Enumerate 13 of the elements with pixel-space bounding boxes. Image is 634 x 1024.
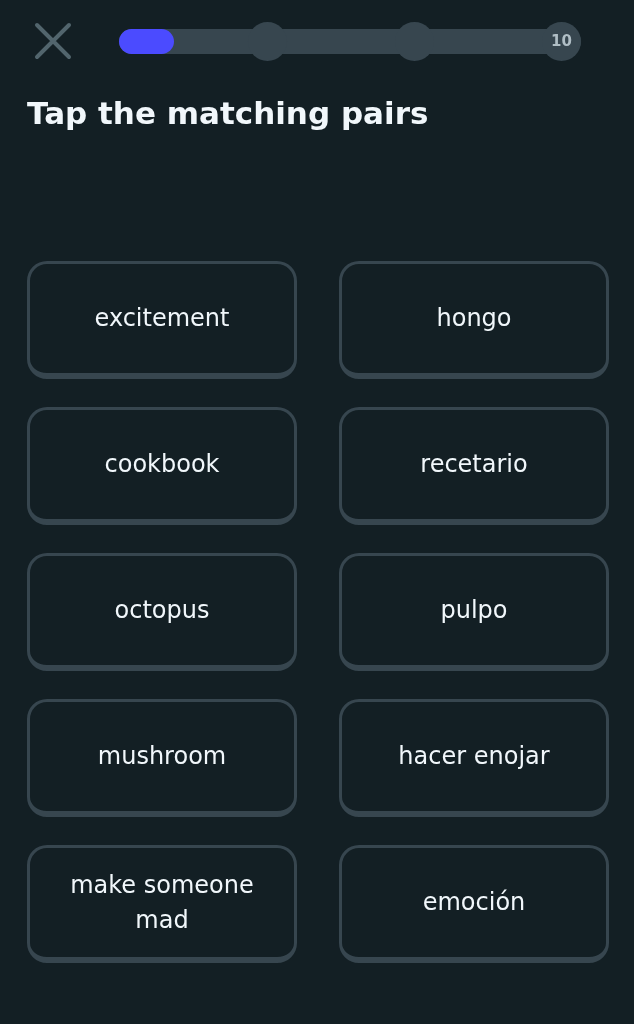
word-tile[interactable]: hacer enojar [339,699,609,817]
close-icon[interactable] [33,21,73,61]
instruction-title: Tap the matching pairs [27,95,430,131]
word-tile[interactable]: mushroom [27,699,297,817]
word-tile[interactable]: recetario [339,407,609,525]
word-tile[interactable]: excitement [27,261,297,379]
word-tile[interactable]: cookbook [27,407,297,525]
word-tile[interactable]: hongo [339,261,609,379]
word-tile[interactable]: octopus [27,553,297,671]
word-tile[interactable]: emoción [339,845,609,963]
goal-count: 10 [551,32,572,50]
word-tile[interactable]: make someone mad [27,845,297,963]
word-tile[interactable]: pulpo [339,553,609,671]
